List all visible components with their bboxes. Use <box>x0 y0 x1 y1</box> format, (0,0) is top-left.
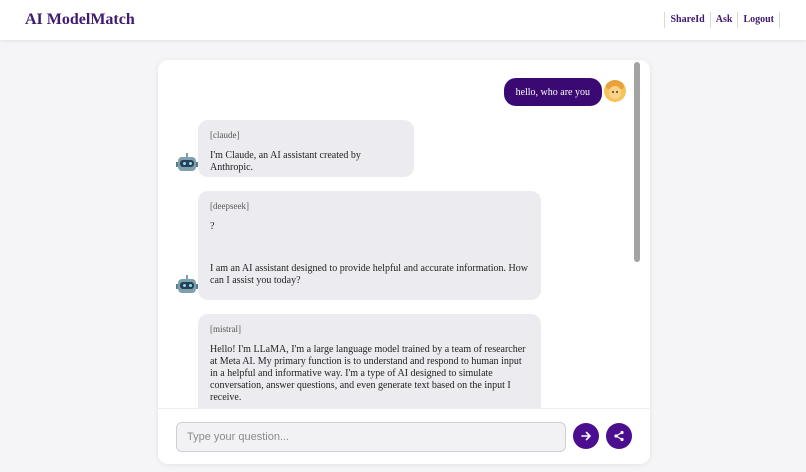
user-message-bubble: hello, who are you <box>503 78 602 106</box>
model-tag: [mistral] <box>210 324 241 334</box>
bot-message-text <box>210 245 529 257</box>
scrollbar[interactable] <box>634 62 640 408</box>
input-bar <box>158 408 650 464</box>
robot-icon <box>176 152 198 174</box>
scrollbar-thumb[interactable] <box>634 62 640 262</box>
share-icon <box>614 430 624 442</box>
arrow-right-icon <box>581 431 591 441</box>
top-navbar: AI ModelMatch ShareId Ask Logout <box>0 0 806 40</box>
bot-message-text: I'm Claude, an AI assistant created by A… <box>210 150 363 173</box>
robot-icon <box>176 274 198 296</box>
bot-message-text <box>210 233 529 245</box>
send-button[interactable] <box>573 423 599 449</box>
nav-shareid-link[interactable]: ShareId <box>664 12 709 28</box>
message-list[interactable]: hello, who are you [claude] I'm Claude, … <box>158 60 642 408</box>
bot-message-bubble: [claude] I'm Claude, an AI assistant cre… <box>198 120 414 177</box>
user-message-text: hello, who are you <box>515 86 590 98</box>
bot-message-bubble: [deepseek] ? I am an AI assistant design… <box>198 191 541 300</box>
nav-logout-link[interactable]: Logout <box>737 12 780 28</box>
model-tag: [deepseek] <box>210 201 249 211</box>
user-avatar-icon <box>604 80 626 102</box>
bot-message-bubble: [mistral] Hello! I'm LLaMA, I'm a large … <box>198 314 541 408</box>
bot-message-text: Hello! I'm LLaMA, I'm a large language m… <box>210 344 529 403</box>
question-input[interactable] <box>176 422 566 452</box>
nav-ask-link[interactable]: Ask <box>709 12 738 28</box>
bot-message-text: I am an AI assistant designed to provide… <box>210 263 531 286</box>
bot-message-text: ? <box>210 221 215 232</box>
nav-links: ShareId Ask Logout <box>664 10 780 30</box>
chat-panel: hello, who are you [claude] I'm Claude, … <box>158 60 650 464</box>
model-tag: [claude] <box>210 130 240 140</box>
brand-logo[interactable]: AI ModelMatch <box>25 11 135 29</box>
share-button[interactable] <box>606 423 632 449</box>
